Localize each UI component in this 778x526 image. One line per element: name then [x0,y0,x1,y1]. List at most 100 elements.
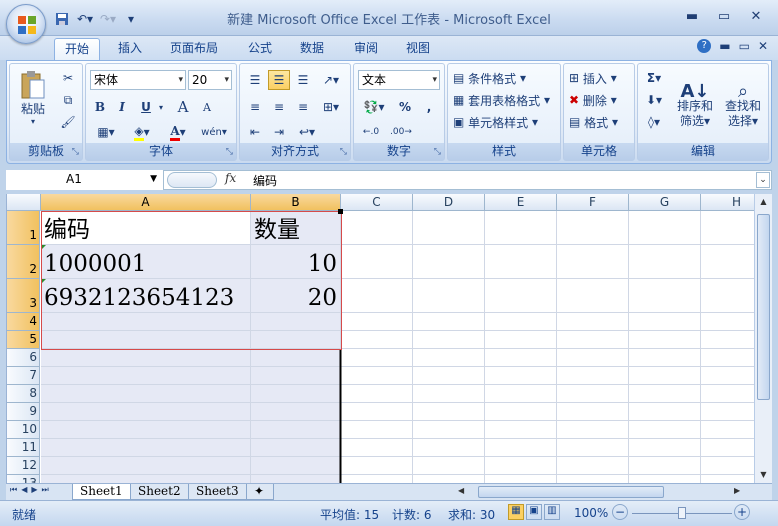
column-header-d[interactable]: D [413,194,485,211]
expand-formula-icon[interactable]: ⌄ [756,172,770,188]
number-format-select[interactable]: 文本 ▾ [358,70,440,90]
orientation-icon[interactable]: ↗▾ [318,70,344,90]
zoom-out-icon[interactable]: − [612,504,628,520]
scroll-down-icon[interactable]: ▼ [757,467,770,483]
row-header-12[interactable]: 12 [7,457,40,475]
alignment-launcher-icon[interactable]: ⤡ [340,147,347,157]
format-painter-icon[interactable]: 🖌 [58,112,78,132]
insert-cells-button[interactable]: ⊞ 插入 ▾ [568,68,632,88]
page-layout-view-icon[interactable]: ▣ [526,504,542,520]
fill-color-icon[interactable]: ◈ ▾ [126,122,158,142]
ribbon-minimize-icon[interactable]: ▬ [719,39,730,53]
horizontal-scroll-thumb[interactable] [478,486,664,498]
scroll-left-icon[interactable]: ◀ [458,486,468,498]
cell-styles-button[interactable]: ▣ 单元格样式 ▾ [452,112,558,132]
italic-button[interactable]: I [112,97,132,117]
align-center-icon[interactable]: ≡ [268,97,290,117]
column-header-g[interactable]: G [629,194,701,211]
select-all-corner[interactable] [7,194,41,211]
phonetic-icon[interactable]: wén ▾ [196,122,232,142]
tab-review[interactable]: 审阅 [344,38,388,60]
tab-formulas[interactable]: 公式 [238,38,282,60]
conditional-format-button[interactable]: ▤ 条件格式 ▾ [452,68,558,88]
increase-indent-icon[interactable]: ⇥ [268,122,290,142]
clipboard-launcher-icon[interactable]: ⤡ [72,147,79,157]
cell-b4[interactable] [251,313,341,331]
cell-b3[interactable]: 20 [251,279,341,313]
minimize-icon[interactable]: ▬ [678,6,706,26]
tab-view[interactable]: 视图 [396,38,440,60]
row-header-5[interactable]: 5 [7,331,40,349]
cell-a1[interactable]: 编码 [41,211,251,245]
ribbon-restore-icon[interactable]: ▭ [739,39,750,53]
comma-button[interactable]: , [418,97,440,117]
column-header-a[interactable]: A [41,194,251,211]
ribbon-close-icon[interactable]: ✕ [758,39,768,53]
cell-b2[interactable]: 10 [251,245,341,279]
sheet-nav-icons[interactable]: ⏮◀▶⏭ [10,485,53,495]
maximize-icon[interactable]: ▭ [710,6,738,26]
column-header-e[interactable]: E [485,194,557,211]
shrink-font-button[interactable]: A [196,97,218,117]
align-bottom-icon[interactable]: ☰ [292,70,314,90]
name-box-dropdown-icon[interactable]: ▼ [150,170,157,188]
office-button[interactable] [6,4,46,44]
row-header-7[interactable]: 7 [7,367,40,385]
cell-b1[interactable]: 数量 [251,211,341,245]
fill-icon[interactable]: ⬇▾ [640,90,668,110]
row-header-9[interactable]: 9 [7,403,40,421]
font-name-select[interactable]: 宋体 ▾ [90,70,186,90]
format-cells-button[interactable]: ▤ 格式 ▾ [568,112,632,132]
sheet-tab-2[interactable]: Sheet2 [130,484,189,500]
paste-button[interactable]: 粘贴 ▾ [14,68,52,128]
grow-font-button[interactable]: A [172,97,194,117]
normal-view-icon[interactable]: ▦ [508,504,524,520]
scroll-right-icon[interactable]: ▶ [734,486,744,498]
tab-insert[interactable]: 插入 [108,38,152,60]
fill-handle[interactable] [338,209,343,214]
close-icon[interactable]: ✕ [742,6,770,26]
underline-dropdown-icon[interactable]: ▾ [156,97,166,117]
help-icon[interactable]: ? [697,39,712,53]
align-left-icon[interactable]: ≡ [244,97,266,117]
format-as-table-button[interactable]: ▦ 套用表格格式 ▾ [452,90,558,110]
zoom-level[interactable]: 100% [574,506,608,520]
zoom-in-icon[interactable]: + [734,504,750,520]
decrease-decimal-button[interactable]: .00 → [388,122,414,142]
wrap-text-icon[interactable]: ↩▾ [292,122,322,142]
row-header-3[interactable]: 3 [7,279,40,313]
row-header-2[interactable]: 2 [7,245,40,279]
font-launcher-icon[interactable]: ⤡ [226,147,233,157]
cell-a5[interactable] [41,331,251,349]
name-box[interactable]: A1 ▼ [6,170,164,190]
font-size-select[interactable]: 20 ▾ [188,70,232,90]
row-header-13[interactable]: 13 [7,475,40,483]
zoom-slider-thumb[interactable] [678,507,686,519]
column-header-h[interactable]: H [701,194,754,211]
fx-button[interactable]: fx [225,171,236,185]
currency-icon[interactable]: 💱▾ [358,97,390,117]
sheet-tab-3[interactable]: Sheet3 [188,484,247,500]
cell-a3[interactable]: 6932123654123 [41,279,251,313]
percent-button[interactable]: % [394,97,416,117]
vertical-scroll-thumb[interactable] [757,214,770,400]
row-header-1[interactable]: 1 [7,211,40,245]
align-middle-icon[interactable]: ☰ [268,70,290,90]
bold-button[interactable]: B [90,97,110,117]
row-header-11[interactable]: 11 [7,439,40,457]
column-header-b[interactable]: B [251,194,341,211]
cut-icon[interactable]: ✂ [58,68,78,88]
row-header-4[interactable]: 4 [7,313,40,331]
column-header-c[interactable]: C [341,194,413,211]
worksheet-grid[interactable]: A B C D E F G H 1 2 3 4 5 6 7 8 9 10 11 … [6,194,754,483]
find-select-button[interactable]: ⌕ 查找和 选择▾ [720,68,766,144]
tab-home[interactable]: 开始 [54,38,101,60]
row-header-6[interactable]: 6 [7,349,40,367]
cell-a2[interactable]: 1000001 [41,245,251,279]
row-header-8[interactable]: 8 [7,385,40,403]
clear-icon[interactable]: ◊▾ [640,112,668,132]
underline-button[interactable]: U [136,97,156,117]
cell-a4[interactable] [41,313,251,331]
number-launcher-icon[interactable]: ⤡ [434,147,441,157]
sheet-tab-1[interactable]: Sheet1 [72,484,131,500]
